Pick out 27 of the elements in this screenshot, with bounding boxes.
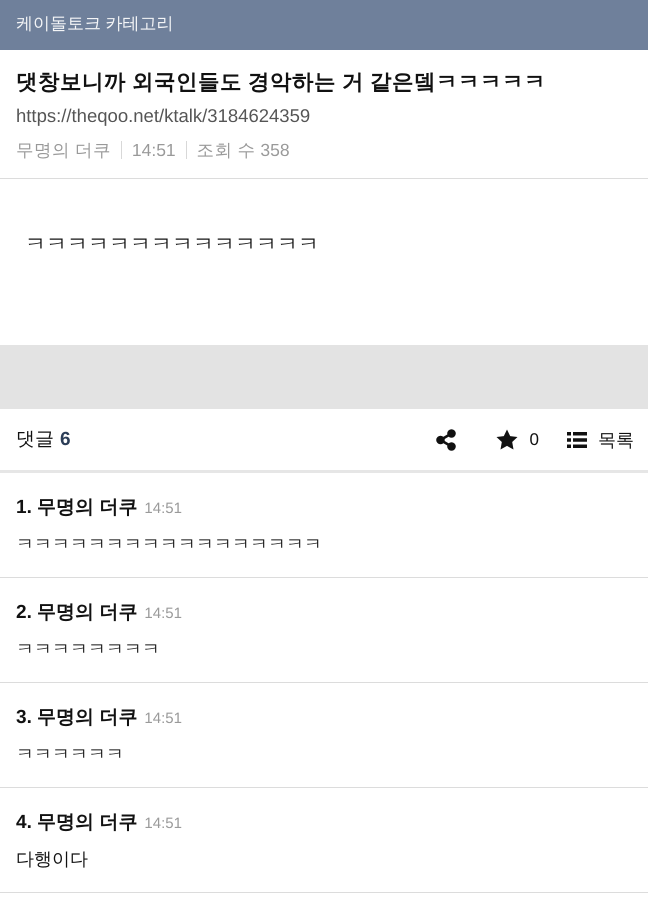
post-url[interactable]: https://theqoo.net/ktalk/3184624359 xyxy=(16,102,632,130)
star-icon xyxy=(496,429,518,450)
comment-time: 14:51 xyxy=(144,499,182,519)
post-body-text: ㅋㅋㅋㅋㅋㅋㅋㅋㅋㅋㅋㅋㅋㅋ xyxy=(25,232,320,258)
post-meta-text: 무명의 더쿠 xyxy=(16,139,111,162)
share-button[interactable] xyxy=(436,428,456,450)
comment-count: 6 xyxy=(60,428,71,452)
list-button[interactable]: 목록 xyxy=(567,428,634,452)
post-title: 댓창보니까 외국인들도 경악하는 거 같은뎈ㅋㅋㅋㅋㅋ xyxy=(16,69,547,96)
category-title[interactable]: 케이돌토크 카테고리 xyxy=(16,12,174,36)
post-meta-text: 14:51 xyxy=(132,139,176,162)
share-icon xyxy=(436,428,456,450)
comment-text: 다행이다 xyxy=(16,848,89,871)
post-meta-text: 조회 수 358 xyxy=(196,139,290,162)
comment-time: 14:51 xyxy=(144,814,182,834)
comment-time: 14:51 xyxy=(144,709,182,729)
comment-author: 2. 무명의 더쿠 xyxy=(16,601,138,625)
comments-label: 댓글 xyxy=(16,428,54,452)
comment-author: 3. 무명의 더쿠 xyxy=(16,706,138,730)
comment-text: ㅋㅋㅋㅋㅋㅋㅋㅋ xyxy=(16,638,161,661)
comment-time: 14:51 xyxy=(144,604,182,624)
comment-text: ㅋㅋㅋㅋㅋㅋㅋㅋㅋㅋㅋㅋㅋㅋㅋㅋㅋ xyxy=(16,533,323,556)
list-icon xyxy=(567,432,587,448)
comment-author: 4. 무명의 더쿠 xyxy=(16,811,138,835)
comment-text: ㅋㅋㅋㅋㅋㅋ xyxy=(16,743,125,766)
star-button[interactable]: 0 xyxy=(496,428,539,452)
comment-author: 1. 무명의 더쿠 xyxy=(16,496,138,520)
